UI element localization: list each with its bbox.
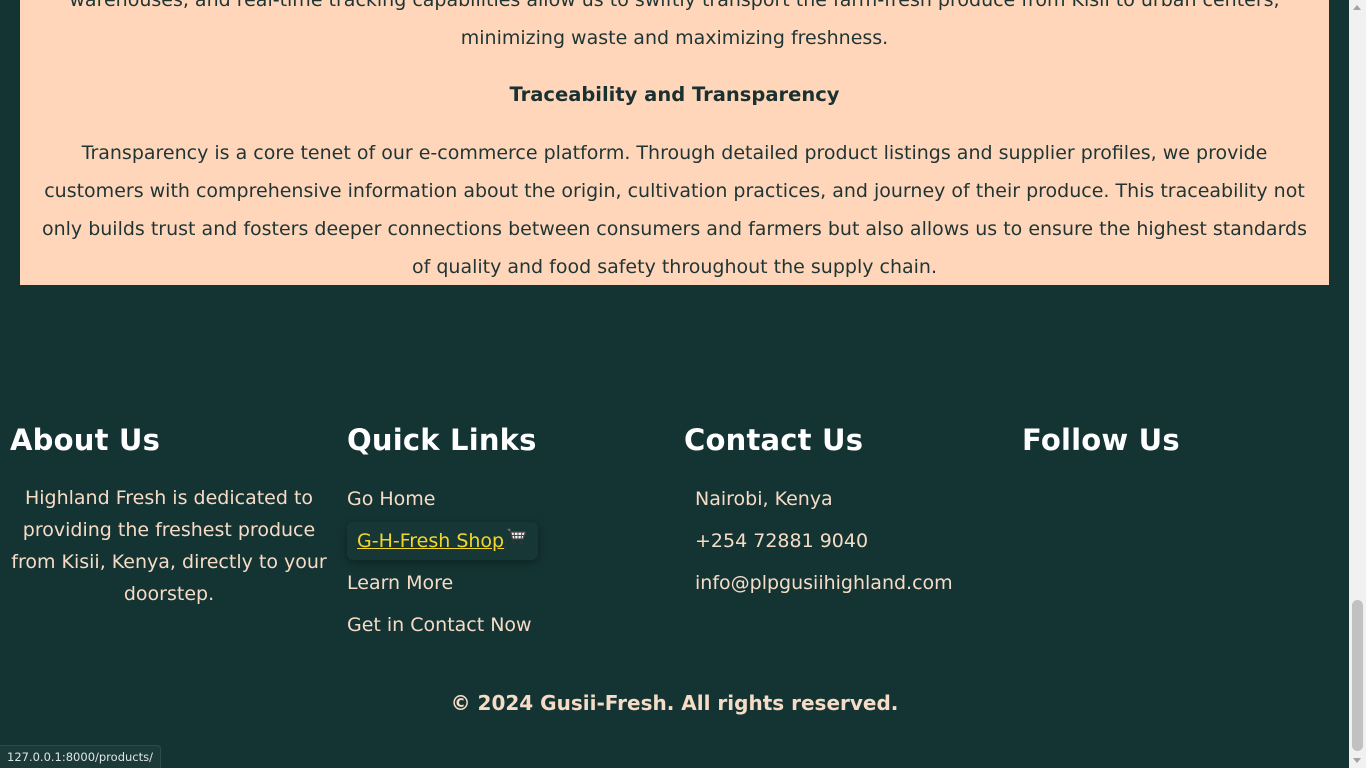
quick-links-list: Go Home G-H-Fresh Shop Learn More Get in… bbox=[347, 478, 647, 646]
footer-follow-column: Follow Us bbox=[1022, 420, 1322, 460]
article-heading-traceability: Traceability and Transparency bbox=[509, 83, 840, 106]
footer-about-text: Highland Fresh is dedicated to providing… bbox=[11, 487, 327, 605]
footer-follow-title: Follow Us bbox=[1022, 423, 1180, 457]
vertical-scrollbar[interactable] bbox=[1349, 0, 1366, 768]
footer-about-title: About Us bbox=[10, 423, 161, 457]
shop-link[interactable]: G-H-Fresh Shop bbox=[347, 521, 539, 560]
footer-contact-column: Contact Us Nairobi, Kenya +254 72881 904… bbox=[684, 420, 1004, 604]
footer-contact-title: Contact Us bbox=[684, 423, 864, 457]
go-home-link[interactable]: Go Home bbox=[347, 488, 436, 510]
contact-phone: +254 72881 9040 bbox=[695, 530, 869, 552]
scroll-up-arrow-icon[interactable] bbox=[1353, 5, 1361, 10]
shop-link-label: G-H-Fresh Shop bbox=[357, 530, 505, 552]
article-section: warehouses, and real-time tracking capab… bbox=[20, 0, 1329, 285]
contact-location: Nairobi, Kenya bbox=[695, 488, 833, 510]
quick-link-item: G-H-Fresh Shop bbox=[347, 520, 647, 562]
copyright-text: © 2024 Gusii-Fresh. All rights reserved. bbox=[450, 691, 899, 715]
scroll-down-arrow-icon[interactable] bbox=[1353, 758, 1361, 763]
quick-link-item: Learn More bbox=[347, 562, 647, 604]
page: warehouses, and real-time tracking capab… bbox=[0, 0, 1349, 768]
contact-list: Nairobi, Kenya +254 72881 9040 info@plpg… bbox=[684, 478, 1004, 604]
footer-about-column: About Us Highland Fresh is dedicated to … bbox=[10, 420, 328, 610]
quick-link-item: Get in Contact Now bbox=[347, 604, 647, 646]
status-bar-url: 127.0.0.1:8000/products/ bbox=[0, 745, 161, 768]
contact-now-link[interactable]: Get in Contact Now bbox=[347, 614, 532, 636]
scrollbar-thumb[interactable] bbox=[1352, 600, 1363, 751]
article-paragraph-transparency: Transparency is a core tenet of our e-co… bbox=[41, 142, 1308, 278]
learn-more-link[interactable]: Learn More bbox=[347, 572, 453, 594]
footer-quick-links-title: Quick Links bbox=[347, 423, 537, 457]
quick-link-item: Go Home bbox=[347, 478, 647, 520]
article-paragraph-logistics: warehouses, and real-time tracking capab… bbox=[69, 0, 1280, 49]
footer-quick-links-column: Quick Links Go Home G-H-Fresh Shop Learn… bbox=[347, 420, 647, 646]
contact-email: info@plpgusiihighland.com bbox=[695, 572, 953, 594]
shopping-cart-icon bbox=[506, 521, 528, 559]
